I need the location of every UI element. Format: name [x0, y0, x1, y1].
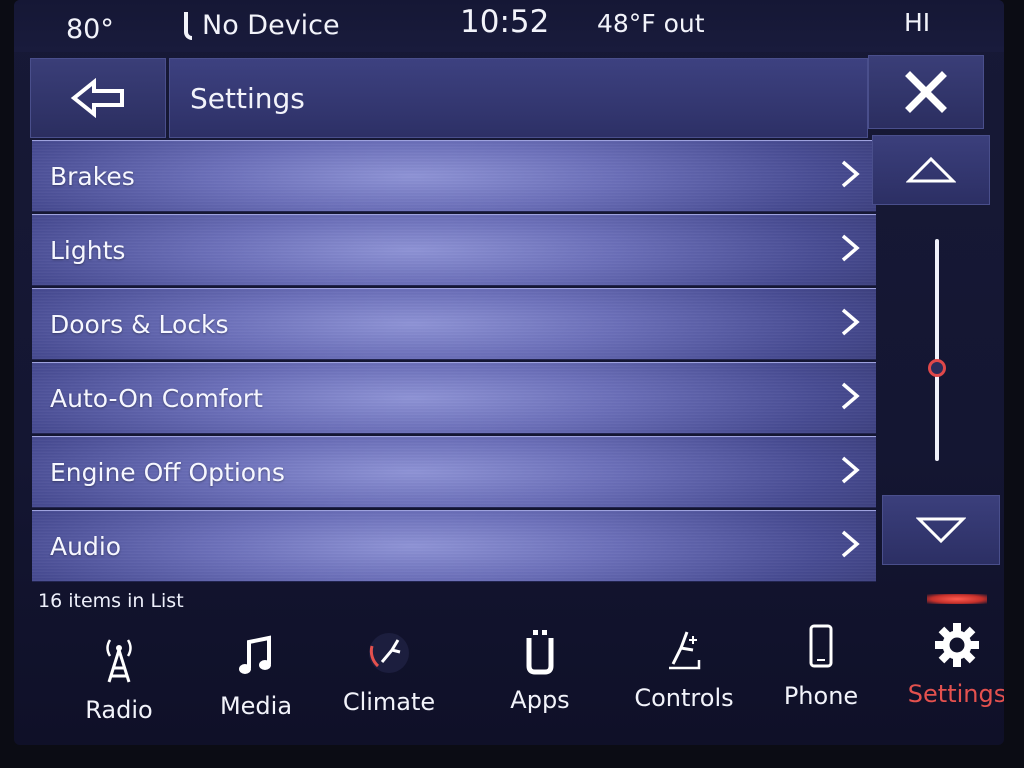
nav-item-controls[interactable]: Controls	[619, 610, 749, 730]
fan-level[interactable]: HI	[904, 8, 930, 37]
cabin-temperature[interactable]: 80°	[66, 14, 114, 45]
settings-list: Brakes Lights Doors & Locks Auto-On Comfort…	[32, 140, 876, 582]
phone-icon	[809, 624, 833, 668]
page-title: Settings	[169, 58, 868, 138]
clock: 10:52	[460, 4, 550, 40]
nav-item-radio[interactable]: Radio	[54, 622, 184, 742]
radio-tower-icon	[106, 639, 132, 683]
nav-item-apps[interactable]: Apps	[475, 612, 605, 732]
phone-handset-icon	[184, 11, 192, 40]
status-bar: 80° No Device 10:52 48°F out HI	[14, 0, 1004, 52]
list-item[interactable]: Audio	[32, 510, 876, 582]
chevron-right-icon	[841, 456, 860, 484]
scrollbar-thumb[interactable]	[928, 358, 946, 377]
nav-label: Media	[219, 692, 293, 720]
page-header: Settings	[30, 58, 868, 138]
list-count: 16 items in List	[38, 590, 184, 612]
controls-seat-icon	[669, 631, 701, 670]
list-item[interactable]: Lights	[32, 214, 876, 286]
nav-item-climate[interactable]: Climate	[324, 614, 454, 734]
nav-label: Radio	[85, 696, 153, 724]
arrow-left-icon	[70, 78, 124, 118]
climate-seat-icon	[369, 633, 409, 673]
nav-label: Climate	[342, 688, 436, 716]
nav-item-phone[interactable]: Phone	[756, 608, 886, 728]
nav-item-settings[interactable]: Settings	[892, 594, 1004, 726]
back-button[interactable]	[30, 58, 166, 138]
apps-icon	[526, 630, 554, 675]
scrollbar-track[interactable]	[935, 239, 939, 461]
list-item-label: Audio	[50, 531, 122, 561]
list-item-label: Lights	[50, 235, 126, 265]
list-item[interactable]: Auto-On Comfort	[32, 362, 876, 434]
close-icon	[905, 71, 947, 113]
nav-label: Phone	[783, 682, 859, 710]
nav-label: Controls	[634, 684, 734, 712]
device-label: No Device	[202, 10, 340, 41]
active-indicator	[927, 594, 987, 604]
list-item[interactable]: Engine Off Options	[32, 436, 876, 508]
music-note-icon	[239, 635, 271, 674]
chevron-right-icon	[841, 530, 860, 558]
list-item[interactable]: Brakes	[32, 140, 876, 212]
gear-icon	[935, 623, 979, 667]
triangle-down-icon	[916, 517, 966, 544]
chevron-right-icon	[841, 160, 860, 188]
chevron-right-icon	[841, 308, 860, 336]
bottom-nav: Radio Media Climate Apps Controls Phone Settin…	[34, 594, 1004, 734]
scroll-up-button[interactable]	[872, 135, 990, 205]
device-status[interactable]: No Device	[184, 10, 340, 41]
list-item-label: Auto-On Comfort	[50, 383, 263, 413]
list-item-label: Brakes	[50, 161, 135, 191]
nav-label: Settings	[907, 680, 1004, 708]
chevron-right-icon	[841, 234, 860, 262]
scroll-down-button[interactable]	[882, 495, 1000, 565]
triangle-up-icon	[906, 156, 956, 183]
infotainment-screen: 80° No Device 10:52 48°F out HI Settings…	[14, 0, 1004, 745]
nav-label: Apps	[510, 686, 570, 714]
list-item[interactable]: Doors & Locks	[32, 288, 876, 360]
outside-temperature: 48°F out	[597, 9, 705, 38]
scroll-controls	[872, 135, 1000, 567]
list-item-label: Engine Off Options	[50, 457, 285, 487]
chevron-right-icon	[841, 382, 860, 410]
nav-item-media[interactable]: Media	[191, 618, 321, 738]
close-button[interactable]	[868, 55, 984, 129]
list-item-label: Doors & Locks	[50, 309, 229, 339]
